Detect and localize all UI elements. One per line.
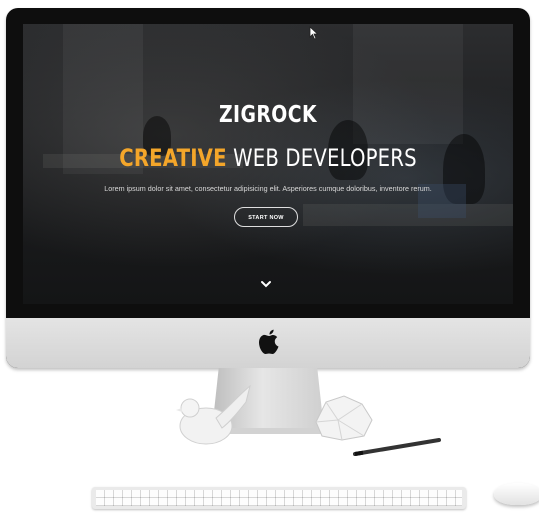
workspace-scene: ZIGROCK CREATIVE WEB DEVELOPERS Lorem ip… — [0, 0, 539, 516]
keyboard-keys — [96, 490, 462, 506]
hero-title: ZIGROCK — [218, 102, 318, 128]
computer-mouse — [494, 483, 539, 505]
bird-figurine — [176, 384, 251, 445]
hero-subtitle-rest: WEB DEVELOPERS — [233, 144, 417, 172]
mouse-cursor-icon — [309, 26, 319, 40]
pencil — [353, 438, 441, 456]
website-screen: ZIGROCK CREATIVE WEB DEVELOPERS Lorem ip… — [23, 24, 513, 304]
crumpled-paper — [315, 395, 373, 441]
hero-subtitle-accent: CREATIVE — [119, 144, 227, 172]
start-now-button[interactable]: START NOW — [234, 207, 298, 227]
hero-section: ZIGROCK CREATIVE WEB DEVELOPERS Lorem ip… — [23, 24, 513, 304]
hero-description: Lorem ipsum dolor sit amet, consectetur … — [104, 184, 432, 193]
hero-subtitle: CREATIVE WEB DEVELOPERS — [67, 144, 469, 172]
chevron-down-icon[interactable] — [260, 280, 272, 289]
apple-logo — [259, 329, 279, 354]
